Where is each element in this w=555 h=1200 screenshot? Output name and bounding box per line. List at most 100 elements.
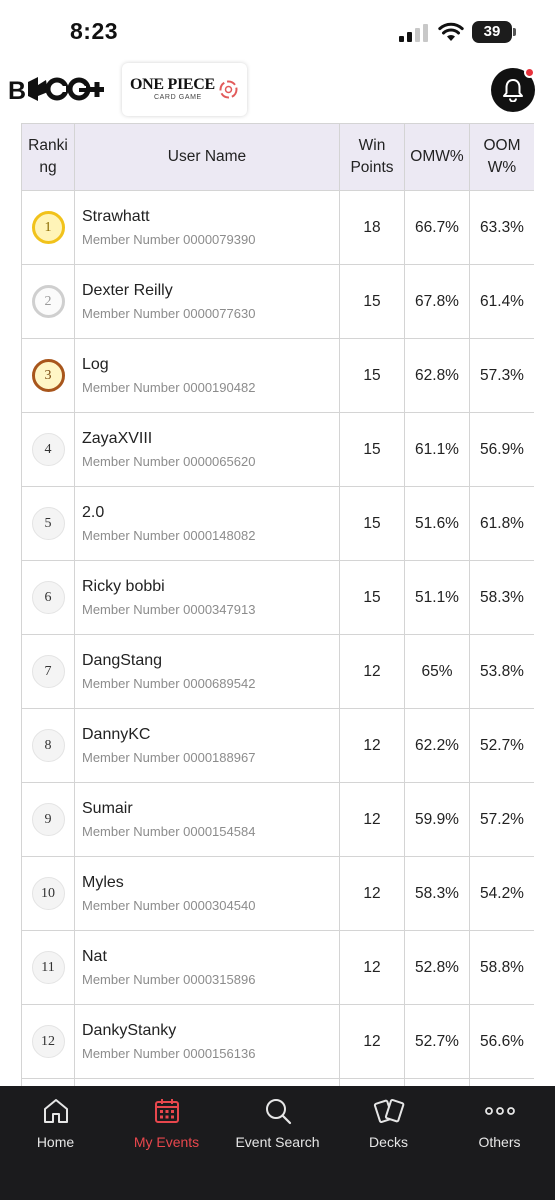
oomw-percent: 57.3% bbox=[469, 338, 534, 413]
user-cell: Nat Member Number 0000315896 bbox=[74, 930, 340, 1005]
user-name: Strawhatt bbox=[82, 208, 150, 225]
nav-others-label: Others bbox=[478, 1134, 521, 1150]
table-row[interactable]: 6 Ricky bobbi Member Number 0000347913 15 51… bbox=[21, 560, 534, 635]
rank-cell: 7 bbox=[21, 634, 75, 709]
omw-percent: 62.8% bbox=[404, 338, 470, 413]
member-number: Member Number 0000315896 bbox=[82, 972, 256, 987]
logo-emblem-icon bbox=[219, 80, 238, 99]
oomw-percent: 53.8% bbox=[469, 634, 534, 709]
omw-percent: 65% bbox=[404, 634, 470, 709]
user-name: ZayaXVIII bbox=[82, 430, 153, 447]
omw-percent: 67.8% bbox=[404, 264, 470, 339]
table-row[interactable]: 3 Log Member Number 0000190482 15 62.8% 57.3% bbox=[21, 338, 534, 413]
user-cell: Myles Member Number 0000304540 bbox=[74, 856, 340, 931]
rank-badge: 6 bbox=[31, 581, 65, 614]
header-oomw: OOMW% bbox=[469, 123, 534, 191]
nav-decks-label: Decks bbox=[369, 1134, 408, 1150]
user-name: Log bbox=[82, 356, 109, 373]
header-ranking: Ranking bbox=[21, 123, 75, 191]
user-name: Myles bbox=[82, 874, 124, 891]
nav-event-search-label: Event Search bbox=[235, 1134, 320, 1150]
rank-cell: 6 bbox=[21, 560, 75, 635]
rank-badge: 3 bbox=[31, 359, 65, 392]
table-row-partial bbox=[21, 1078, 534, 1086]
nav-my-events[interactable]: My Events bbox=[111, 1086, 222, 1166]
table-row[interactable]: 7 DangStang Member Number 0000689542 12 65% 5… bbox=[21, 634, 534, 709]
omw-percent: 52.7% bbox=[404, 1004, 470, 1079]
rank-cell: 11 bbox=[21, 930, 75, 1005]
table-row[interactable]: 8 DannyKC Member Number 0000188967 12 62.2% 5… bbox=[21, 708, 534, 783]
oomw-percent: 61.8% bbox=[469, 486, 534, 561]
search-icon bbox=[265, 1099, 291, 1125]
brand-logo: B bbox=[8, 77, 104, 104]
rank-badge: 11 bbox=[31, 951, 65, 984]
table-row[interactable]: 1 Strawhatt Member Number 0000079390 18 66.7… bbox=[21, 190, 534, 265]
status-time: 8:23 bbox=[70, 18, 119, 44]
win-points: 12 bbox=[339, 930, 405, 1005]
member-number: Member Number 0000154584 bbox=[82, 824, 256, 839]
user-name: Nat bbox=[82, 948, 107, 965]
ranking-table-container[interactable]: Ranking User Name Win Points OMW% OOMW% … bbox=[21, 123, 534, 1086]
logo-subtitle: CARD GAME bbox=[154, 94, 202, 101]
table-row[interactable]: 12 DankyStanky Member Number 0000156136 12 5… bbox=[21, 1004, 534, 1079]
user-name: Dexter Reilly bbox=[82, 282, 173, 299]
user-cell: Strawhatt Member Number 0000079390 bbox=[74, 190, 340, 265]
nav-home[interactable]: Home bbox=[0, 1086, 111, 1166]
table-row[interactable]: 5 2.0 Member Number 0000148082 15 51.6% 61.8% bbox=[21, 486, 534, 561]
omw-percent: 52.8% bbox=[404, 930, 470, 1005]
rank-badge: 1 bbox=[31, 211, 65, 244]
win-points: 15 bbox=[339, 486, 405, 561]
user-cell: Dexter Reilly Member Number 0000077630 bbox=[74, 264, 340, 339]
rank-badge: 4 bbox=[31, 433, 65, 466]
member-number: Member Number 0000148082 bbox=[82, 528, 256, 543]
table-row[interactable]: 10 Myles Member Number 0000304540 12 58.3% 54… bbox=[21, 856, 534, 931]
rank-cell: 1 bbox=[21, 190, 75, 265]
rank-cell: 2 bbox=[21, 264, 75, 339]
battery-level: 39 bbox=[472, 21, 512, 43]
battery-icon: 39 bbox=[472, 21, 516, 43]
omw-percent: 62.2% bbox=[404, 708, 470, 783]
more-icon bbox=[484, 1107, 515, 1115]
nav-event-search[interactable]: Event Search bbox=[222, 1086, 333, 1166]
omw-percent: 61.1% bbox=[404, 412, 470, 487]
table-row[interactable]: 2 Dexter Reilly Member Number 0000077630 15… bbox=[21, 264, 534, 339]
omw-percent: 51.6% bbox=[404, 486, 470, 561]
user-cell: Log Member Number 0000190482 bbox=[74, 338, 340, 413]
nav-others[interactable]: Others bbox=[444, 1086, 555, 1166]
svg-text:B: B bbox=[8, 77, 26, 104]
win-points: 15 bbox=[339, 264, 405, 339]
nav-decks[interactable]: Decks bbox=[333, 1086, 444, 1166]
user-cell: Sumair Member Number 0000154584 bbox=[74, 782, 340, 857]
oomw-percent: 57.2% bbox=[469, 782, 534, 857]
win-points: 15 bbox=[339, 338, 405, 413]
user-cell: DannyKC Member Number 0000188967 bbox=[74, 708, 340, 783]
rank-badge: 7 bbox=[31, 655, 65, 688]
oomw-percent: 58.8% bbox=[469, 930, 534, 1005]
rank-badge: 12 bbox=[31, 1025, 65, 1058]
home-icon bbox=[43, 1099, 68, 1123]
rank-cell: 5 bbox=[21, 486, 75, 561]
oomw-percent: 56.9% bbox=[469, 412, 534, 487]
header-omw: OMW% bbox=[404, 123, 470, 191]
win-points: 12 bbox=[339, 708, 405, 783]
member-number: Member Number 0000304540 bbox=[82, 898, 256, 913]
logo-title: ONE PIECE bbox=[130, 76, 215, 93]
win-points: 12 bbox=[339, 856, 405, 931]
rank-cell: 12 bbox=[21, 1004, 75, 1079]
rank-badge: 2 bbox=[31, 285, 65, 318]
notification-badge bbox=[524, 67, 535, 78]
table-row[interactable]: 4 ZayaXVIII Member Number 0000065620 15 61.1… bbox=[21, 412, 534, 487]
user-cell: DankyStanky Member Number 0000156136 bbox=[74, 1004, 340, 1079]
nav-my-events-label: My Events bbox=[133, 1134, 200, 1150]
table-row[interactable]: 11 Nat Member Number 0000315896 12 52.8% 58.8… bbox=[21, 930, 534, 1005]
app-header: B ONE PIECE CARD GAME bbox=[0, 62, 555, 120]
user-name: DankyStanky bbox=[82, 1022, 177, 1039]
omw-percent: 51.1% bbox=[404, 560, 470, 635]
win-points: 12 bbox=[339, 782, 405, 857]
status-bar: 8:23 39 bbox=[0, 0, 555, 62]
calendar-icon bbox=[154, 1099, 179, 1123]
nav-home-label: Home bbox=[36, 1134, 75, 1150]
table-row[interactable]: 9 Sumair Member Number 0000154584 12 59.9% 57… bbox=[21, 782, 534, 857]
win-points: 18 bbox=[339, 190, 405, 265]
user-cell: 2.0 Member Number 0000148082 bbox=[74, 486, 340, 561]
